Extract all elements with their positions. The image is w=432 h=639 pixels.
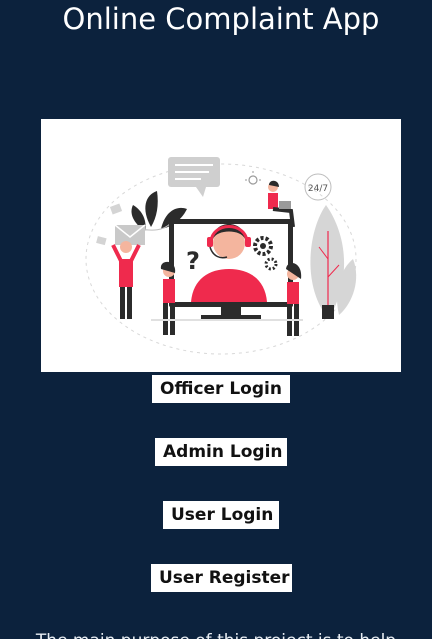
officer-login-button[interactable]: Officer Login — [152, 375, 290, 403]
badge-24-7-label: 24/7 — [308, 184, 328, 194]
svg-text:?: ? — [186, 247, 200, 275]
hero-illustration: 24/7 ? — [41, 119, 401, 372]
project-description: The main purpose of this project is to h… — [0, 630, 432, 639]
user-register-button[interactable]: User Register — [151, 564, 292, 592]
app-screen: Online Complaint App 24/7 ? Officer Logi… — [0, 0, 432, 639]
support-illustration-svg: 24/7 ? — [85, 157, 357, 355]
page-title: Online Complaint App — [62, 2, 380, 36]
user-login-button[interactable]: User Login — [163, 501, 279, 529]
admin-login-button[interactable]: Admin Login — [155, 438, 287, 466]
